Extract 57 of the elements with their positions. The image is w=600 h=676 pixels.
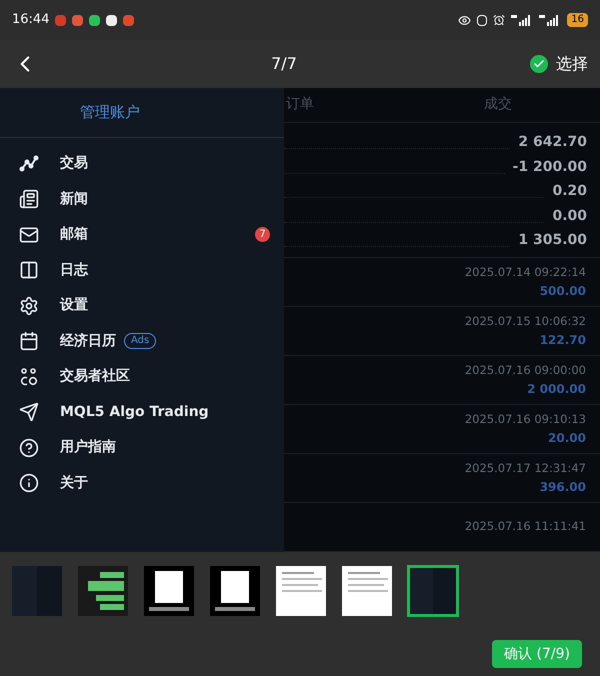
drawer-menu-item[interactable]: 关于	[0, 466, 284, 501]
line-chart-icon	[18, 154, 38, 174]
drawer-menu-item[interactable]: 邮箱 7	[0, 217, 284, 252]
app-notification-icon	[106, 14, 118, 26]
ads-tag: Ads	[124, 333, 156, 350]
info-icon	[18, 473, 38, 494]
image-thumbnail[interactable]	[407, 565, 459, 617]
summary-value: 1 305.00	[518, 231, 587, 250]
app-notification-icon	[72, 14, 84, 26]
drawer-menu-item[interactable]: 交易者社区	[0, 359, 284, 394]
summary-value: 2 642.70	[518, 133, 587, 152]
summary-value: -1 200.00	[512, 158, 587, 176]
clock-time: 16:44	[12, 11, 50, 30]
image-thumbnail[interactable]	[275, 565, 327, 617]
app-notification-icon	[123, 14, 134, 26]
deal-amount: 396.00	[540, 478, 586, 496]
drawer-menu-item[interactable]: 用户指南	[0, 430, 284, 466]
image-thumbnail[interactable]	[341, 565, 393, 617]
journal-icon	[18, 260, 38, 280]
battery-indicator: 16	[567, 13, 588, 27]
help-icon	[18, 438, 38, 458]
drawer-menu-item[interactable]: 交易	[0, 146, 284, 182]
drawer-menu-item[interactable]: MQL5 Algo Trading	[0, 394, 284, 430]
settings-icon	[18, 296, 38, 316]
drawer-menu-item[interactable]: 设置	[0, 288, 284, 324]
image-thumbnail[interactable]	[77, 565, 129, 617]
unread-count-badge: 7	[255, 227, 270, 242]
deal-amount: 2 000.00	[527, 380, 586, 398]
drawer-menu-item[interactable]: 经济日历 Ads	[0, 324, 284, 359]
drawer-header[interactable]: 管理账户	[80, 101, 140, 124]
deal-time: 2025.07.17 12:31:47	[464, 460, 586, 478]
page-counter: 7/7	[271, 53, 297, 75]
app-notification-icon	[55, 14, 66, 26]
newspaper-icon	[18, 189, 38, 210]
summary-value: 0.00	[552, 206, 587, 226]
image-thumbnail[interactable]	[11, 565, 63, 617]
deal-time: 2025.07.16 09:00:00	[464, 362, 586, 380]
drawer-menu-item[interactable]: 日志	[0, 252, 284, 288]
deal-time: 2025.07.16 11:11:41	[464, 518, 586, 536]
image-thumbnail[interactable]	[209, 565, 261, 617]
deal-time: 2025.07.14 09:22:14	[464, 264, 586, 282]
image-thumbnail[interactable]	[143, 565, 195, 617]
eye-icon	[458, 14, 472, 26]
select-button[interactable]: 选择	[530, 52, 588, 76]
people-icon	[18, 366, 38, 387]
deal-amount: 122.70	[540, 332, 586, 349]
deal-time: 2025.07.16 09:10:13	[464, 411, 586, 428]
chat-app-icon	[89, 14, 100, 26]
deal-time: 2025.07.15 10:06:32	[464, 313, 586, 330]
send-icon	[18, 402, 38, 422]
drawer-menu-item[interactable]: 新闻	[0, 182, 284, 217]
deal-amount: 20.00	[548, 430, 586, 447]
alarm-icon	[493, 14, 506, 26]
summary-value: 0.20	[552, 182, 587, 201]
deal-amount: 500.00	[540, 282, 586, 300]
mail-icon	[18, 224, 38, 245]
calendar-icon	[18, 331, 38, 352]
